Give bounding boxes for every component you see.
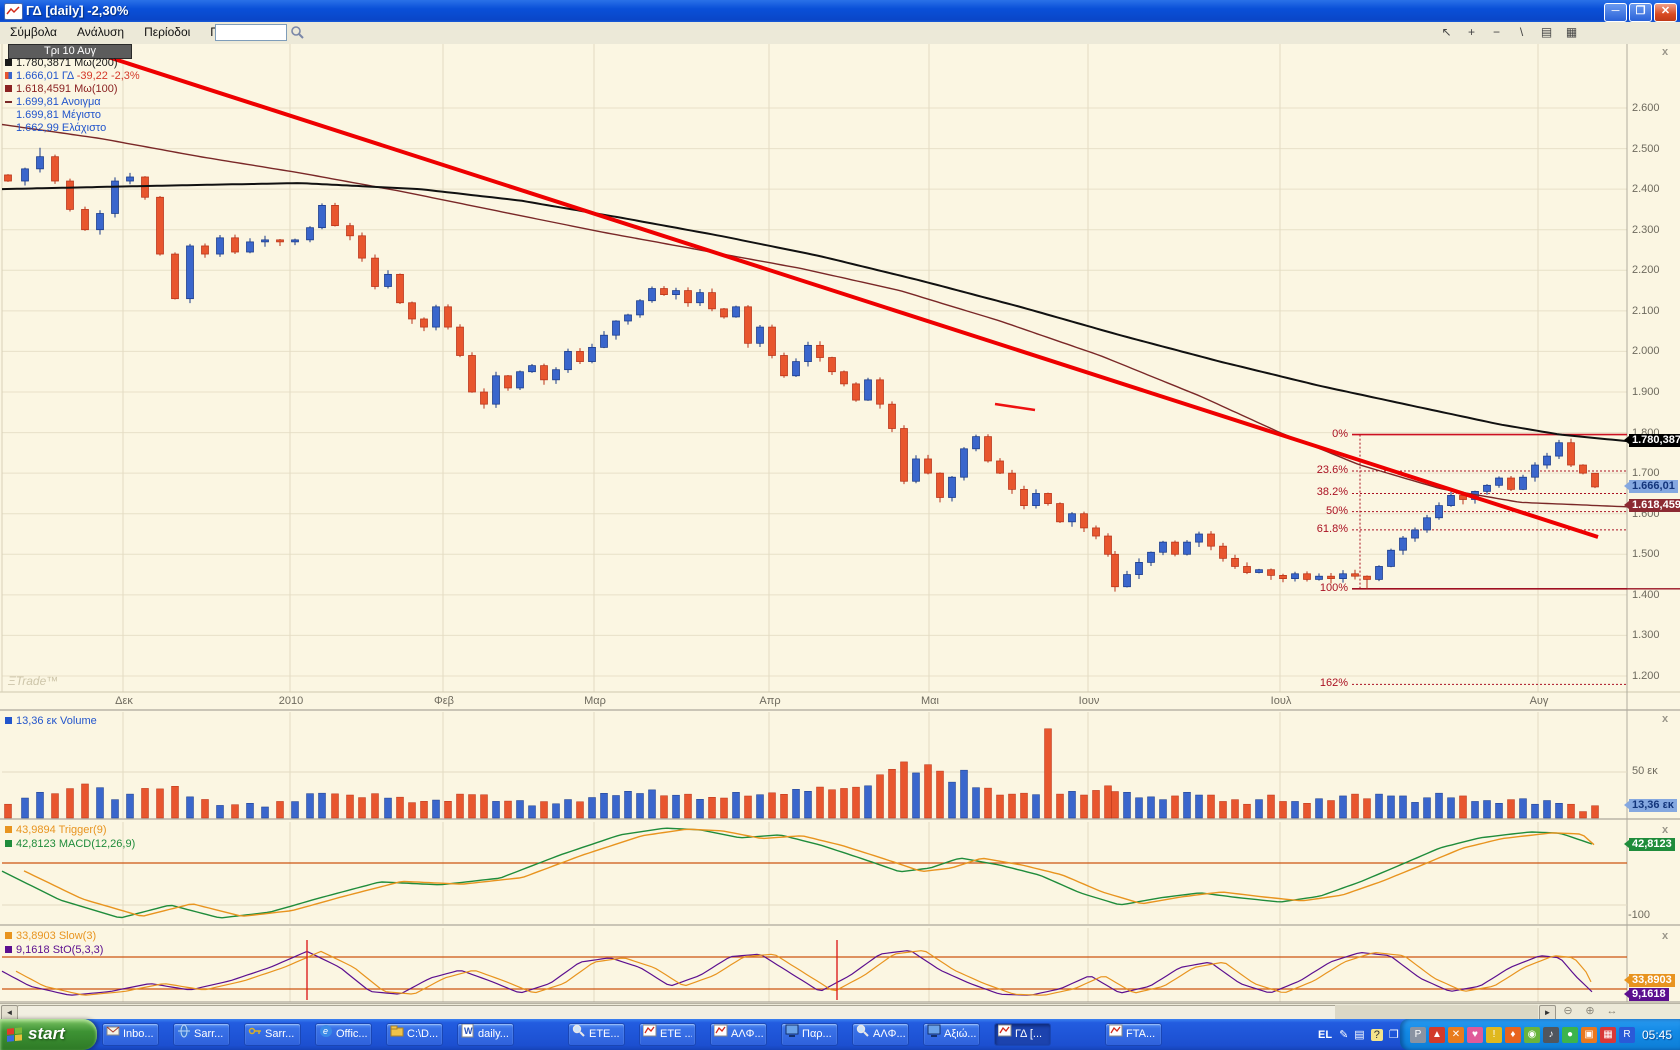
fit-width-button[interactable]: ↔ [1604, 1005, 1620, 1019]
tray-alarm-red-icon[interactable]: ▲ [1429, 1027, 1445, 1043]
tray-messenger-icon[interactable]: ♥ [1467, 1027, 1483, 1043]
chart-icon [1109, 1024, 1123, 1046]
taskbar-button-8[interactable]: ΕΤΕ ... [639, 1023, 696, 1046]
scrollbar-track[interactable] [1335, 1005, 1538, 1019]
tray-speaker-icon[interactable]: ♪ [1543, 1027, 1559, 1043]
globe-icon [177, 1024, 191, 1046]
zoom-in-button[interactable]: ⊕ [1582, 1005, 1598, 1019]
taskbar-button-14[interactable]: FTA... [1105, 1023, 1162, 1046]
taskbar-button-label: ΕΤΕ... [589, 1024, 620, 1045]
taskbar-button-4[interactable]: e Offic... [315, 1023, 372, 1046]
taskbar-button-label: Παρ... [802, 1024, 832, 1045]
taskbar-button-label: daily... [478, 1024, 509, 1045]
language-bar: EL ✎ ▤? ❐ [1318, 1019, 1405, 1050]
pencil-icon[interactable]: ✎ [1339, 1029, 1348, 1041]
taskbar-button-label: ΑΛΦ... [731, 1024, 763, 1045]
chart-canvas[interactable] [0, 0, 1680, 1003]
system-tray: P▲✕♥!♦◉♪●▣▦R 05:45 [1400, 1019, 1680, 1050]
monitor-icon [785, 1024, 799, 1046]
tray-antivirus-green-icon[interactable]: ● [1562, 1027, 1578, 1043]
taskbar-button-label: ΓΔ [... [1015, 1024, 1042, 1045]
tray-updater-icon[interactable]: ▦ [1600, 1027, 1616, 1043]
taskbar-button-label: Sarr... [194, 1024, 223, 1045]
taskbar-button-label: ΑΛΦ... [873, 1024, 905, 1045]
tray-printer-icon[interactable]: P [1410, 1027, 1426, 1043]
key-icon [248, 1024, 262, 1046]
tray-display-icon[interactable]: ◉ [1524, 1027, 1540, 1043]
chart-horizontal-scrollbar: ◄ ► ⊖ ⊕ ↔ [0, 1003, 1680, 1020]
tray-error-orange-icon[interactable]: ✕ [1448, 1027, 1464, 1043]
magnifier-icon [856, 1024, 870, 1046]
zoom-out-button[interactable]: ⊖ [1560, 1005, 1576, 1019]
keyboard-icon[interactable]: ▤ [1354, 1029, 1364, 1041]
taskbar-button-6[interactable]: Wdaily... [457, 1023, 514, 1046]
taskbar-button-label: Offic... [336, 1024, 368, 1045]
taskbar-button-1[interactable]: Inbo... [102, 1023, 159, 1046]
tray-alert-icon[interactable]: ♦ [1505, 1027, 1521, 1043]
taskbar-button-label: ΕΤΕ ... [660, 1024, 692, 1045]
taskbar-button-label: Inbo... [123, 1024, 154, 1045]
window-icon[interactable]: ❐ [1389, 1029, 1399, 1041]
taskbar-button-10[interactable]: Παρ... [781, 1023, 838, 1046]
taskbar-button-12[interactable]: Αξιώ... [923, 1023, 980, 1046]
svg-text:e: e [323, 1026, 328, 1036]
taskbar-button-3[interactable]: Sarr... [244, 1023, 301, 1046]
taskbar-button-11[interactable]: ΑΛΦ... [852, 1023, 909, 1046]
folder-icon [390, 1024, 404, 1046]
chart-icon [998, 1024, 1012, 1046]
taskbar-button-label: FTA... [1126, 1024, 1155, 1045]
chart-icon [714, 1024, 728, 1046]
taskbar-button-13[interactable]: ΓΔ [... [994, 1023, 1051, 1046]
taskbar-button-label: C:\D... [407, 1024, 438, 1045]
application-window: ΓΔ [daily] -2,30% ─ ❐ ✕ ΣύμβολαΑνάλυσηΠε… [0, 0, 1680, 1050]
word-icon: W [461, 1024, 475, 1046]
svg-text:W: W [464, 1026, 473, 1036]
windows-flag-icon [6, 1026, 24, 1043]
start-button[interactable]: start [0, 1019, 97, 1050]
help-icon[interactable]: ? [1371, 1029, 1383, 1041]
taskbar-button-5[interactable]: C:\D... [386, 1023, 443, 1046]
ie-icon: e [319, 1024, 333, 1046]
language-bar-icons: ✎ ▤? ❐ [1339, 1028, 1405, 1041]
taskbar-button-9[interactable]: ΑΛΦ... [710, 1023, 767, 1046]
taskbar-clock: 05:45 [1642, 1028, 1672, 1042]
language-indicator[interactable]: EL [1318, 1029, 1332, 1041]
taskbar-button-7[interactable]: ΕΤΕ... [568, 1023, 625, 1046]
taskbar-button-2[interactable]: Sarr... [173, 1023, 230, 1046]
tray-icons: P▲✕♥!♦◉♪●▣▦R [1410, 1027, 1635, 1043]
tray-remote-icon[interactable]: R [1619, 1027, 1635, 1043]
mail-icon [106, 1024, 120, 1046]
taskbar: start Inbo... Sarr... Sarr... e Offic... C:\D… [0, 1019, 1680, 1050]
chart-icon [643, 1024, 657, 1046]
taskbar-button-label: Αξιώ... [944, 1024, 976, 1045]
taskbar-button-label: Sarr... [265, 1024, 294, 1045]
tray-shield-yellow-icon[interactable]: ! [1486, 1027, 1502, 1043]
monitor-icon [927, 1024, 941, 1046]
start-label: start [28, 1024, 65, 1043]
tray-firewall-icon[interactable]: ▣ [1581, 1027, 1597, 1043]
magnifier-icon [572, 1024, 586, 1046]
